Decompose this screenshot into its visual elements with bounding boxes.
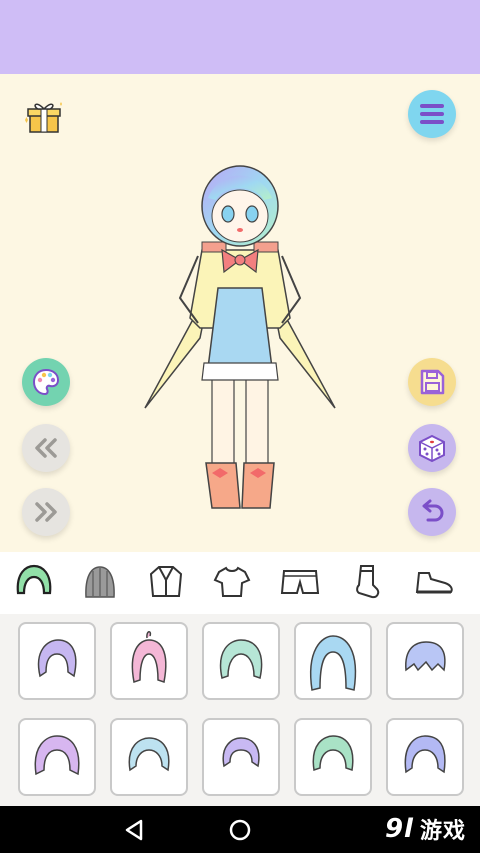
home-icon (229, 819, 251, 841)
tshirt-icon (213, 566, 251, 597)
character-preview (144, 165, 336, 509)
back-button[interactable] (120, 816, 148, 844)
hair-style-icon (222, 737, 260, 768)
sock-icon (356, 565, 380, 599)
tab-jacket[interactable] (144, 560, 188, 604)
hair-option[interactable] (202, 718, 280, 796)
hair-style-icon (131, 631, 167, 683)
category-tabs (0, 552, 480, 614)
undo-icon (422, 499, 444, 522)
random-dice-icon (419, 434, 445, 463)
menu-button[interactable] (408, 90, 456, 138)
hair-icon (16, 564, 52, 595)
hair-option[interactable] (202, 622, 280, 700)
shoe-icon (415, 572, 453, 594)
next-icon (35, 502, 57, 522)
hair-option[interactable] (18, 718, 96, 796)
tab-socks[interactable] (344, 560, 388, 604)
jacket-icon (149, 566, 183, 597)
tab-hat[interactable] (78, 560, 122, 604)
item-grid (0, 614, 480, 806)
status-bar-area (0, 0, 480, 74)
hair-option[interactable] (294, 718, 372, 796)
save-icon (420, 369, 445, 395)
save-button[interactable] (408, 358, 456, 406)
tab-hair[interactable] (12, 560, 56, 604)
hair-style-icon (404, 735, 446, 774)
undo-button[interactable] (408, 488, 456, 536)
color-palette-button[interactable] (22, 358, 70, 406)
random-button[interactable] (408, 424, 456, 472)
beanie-icon (85, 566, 115, 598)
previous-button[interactable] (22, 424, 70, 472)
hair-style-icon (219, 639, 263, 679)
hair-style-icon (312, 735, 354, 771)
hair-option[interactable] (386, 622, 464, 700)
hair-option[interactable] (110, 718, 188, 796)
hair-style-icon (37, 639, 77, 678)
hair-style-icon (128, 737, 170, 772)
next-button[interactable] (22, 488, 70, 536)
tab-shoes[interactable] (412, 560, 456, 604)
hair-option[interactable] (294, 622, 372, 700)
hair-option[interactable] (386, 718, 464, 796)
tab-shorts[interactable] (278, 560, 322, 604)
hair-style-icon (34, 735, 80, 776)
watermark-text: 游戏 (419, 818, 466, 843)
palette-icon (32, 368, 60, 396)
previous-icon (35, 438, 57, 458)
hair-style-icon (405, 641, 446, 672)
back-icon (125, 819, 143, 841)
gift-button[interactable] (22, 96, 64, 138)
gift-icon (25, 102, 62, 133)
watermark-mark: 9l (384, 814, 414, 844)
watermark: 9l 游戏 (385, 808, 466, 850)
hair-style-icon (310, 635, 357, 691)
hair-option[interactable] (110, 622, 188, 700)
shorts-icon (280, 570, 320, 594)
tab-shirt[interactable] (210, 560, 254, 604)
hair-option[interactable] (18, 622, 96, 700)
menu-icon (420, 104, 444, 124)
home-button[interactable] (226, 816, 254, 844)
